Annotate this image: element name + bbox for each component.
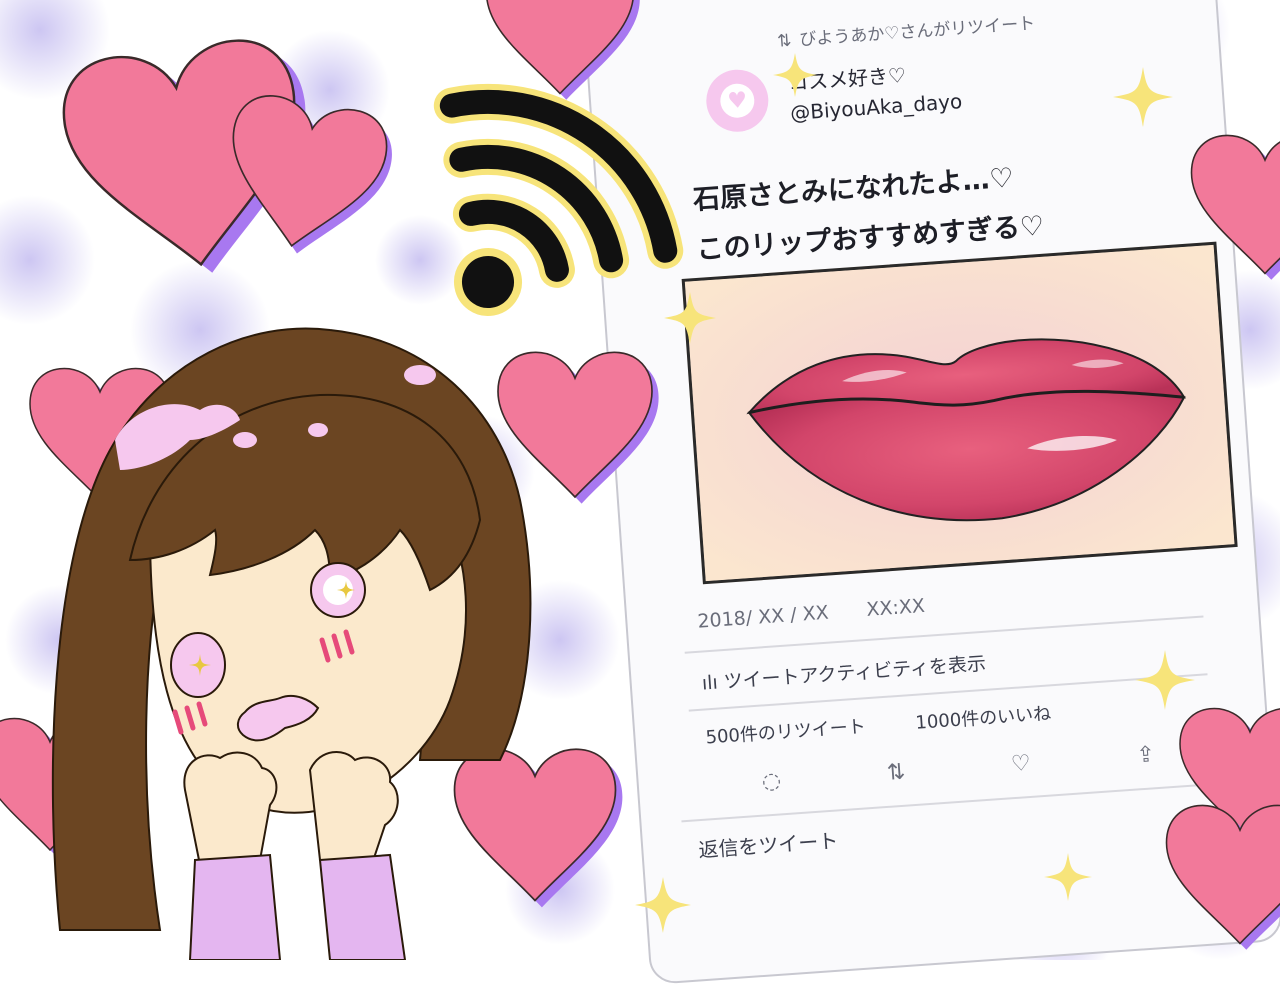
heart-icon	[498, 352, 659, 503]
heart-icon	[1192, 135, 1280, 279]
heart-icon	[1167, 805, 1280, 949]
heart-icon	[455, 749, 623, 907]
heart-icon	[487, 0, 640, 100]
wifi-icon	[427, 73, 670, 316]
sparkle-icon	[635, 53, 1195, 933]
foreground-illustration	[0, 0, 1280, 960]
